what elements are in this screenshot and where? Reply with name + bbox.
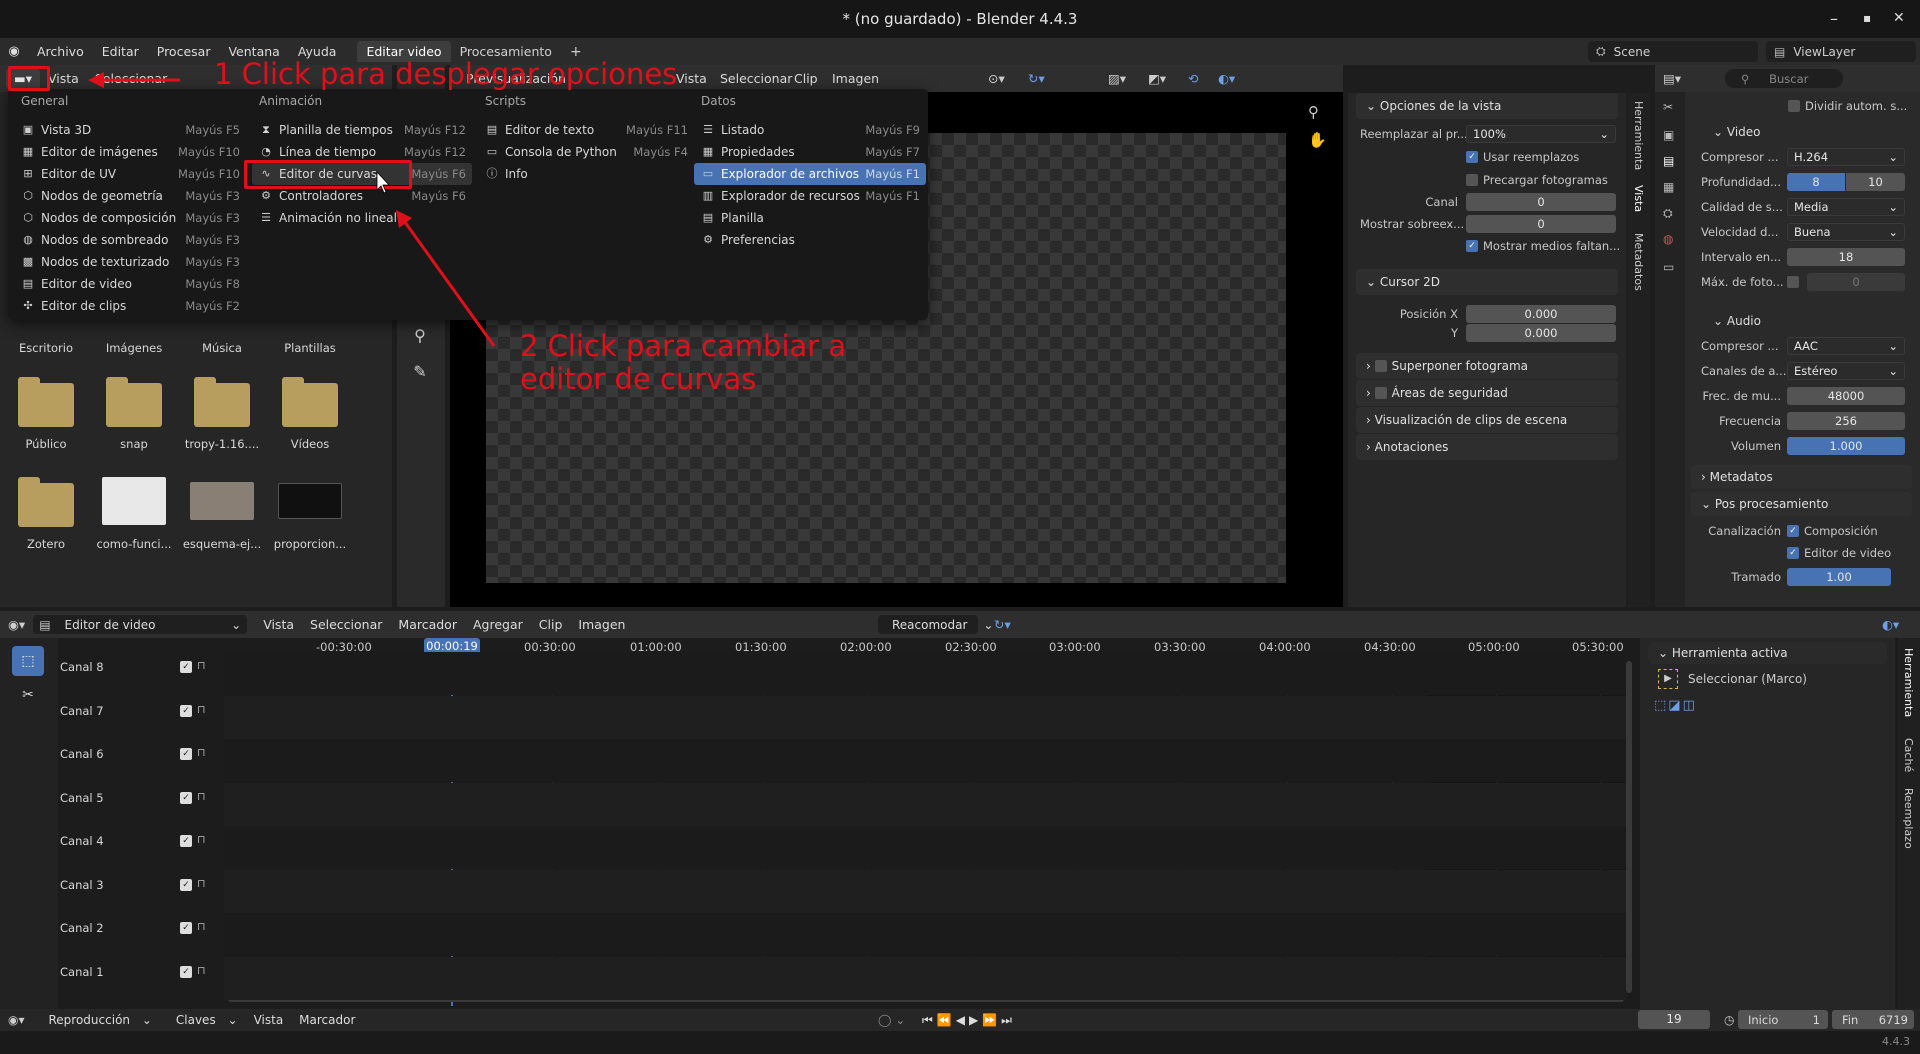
arrow-head-step2 xyxy=(396,210,412,228)
annotation-arrows xyxy=(88,72,496,347)
annotation-step1: 1 Click para desplegar opciones xyxy=(214,57,678,91)
annotation-step2-line2: editor de curvas xyxy=(520,362,757,396)
arrow-head-step1 xyxy=(88,72,104,88)
arrow-line-step2 xyxy=(400,217,496,347)
mouse-cursor-icon xyxy=(376,170,390,194)
annotation-step2-line1: 2 Click para cambiar a xyxy=(520,329,847,363)
